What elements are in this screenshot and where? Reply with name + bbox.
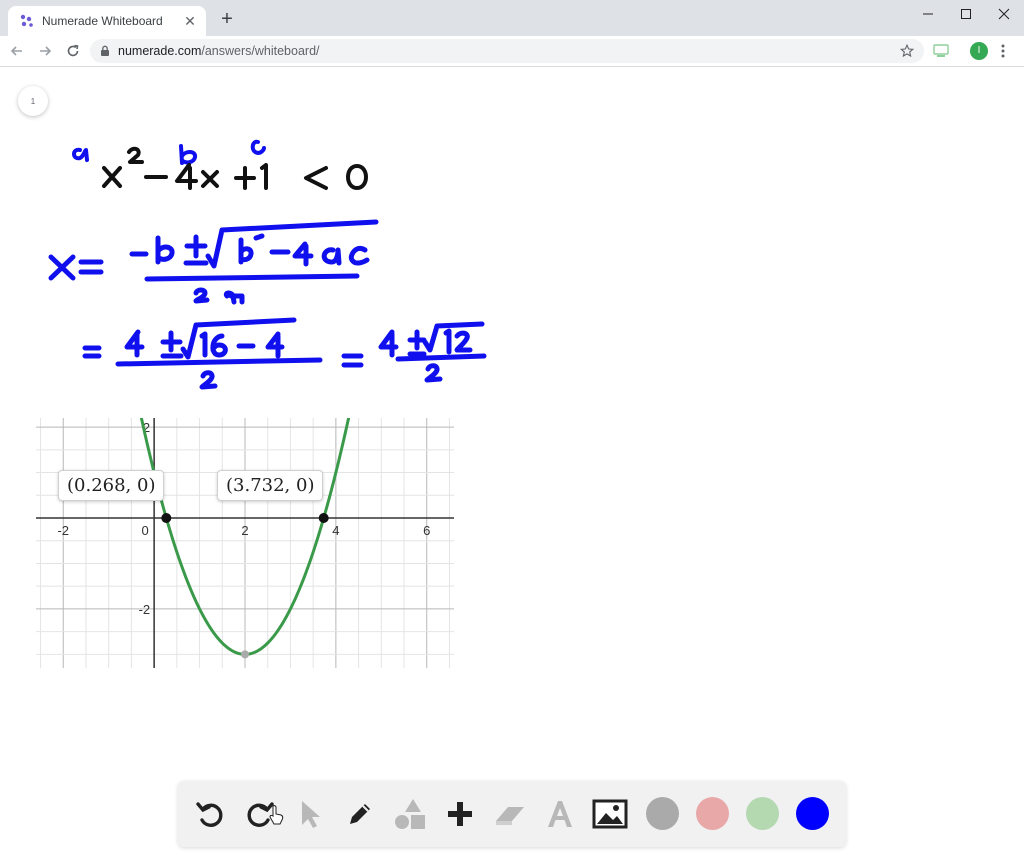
pen-icon [350,804,370,824]
ink-line-substitution [82,317,487,390]
graph-canvas: -2 0 2 4 62-2 [36,418,454,668]
color-swatch-gray[interactable] [646,797,679,830]
shapes-icon [395,799,425,829]
add-button[interactable] [440,794,480,834]
color-swatch-green[interactable] [746,797,779,830]
eraser-icon [496,807,524,825]
select-icon [302,801,320,828]
add-icon [448,802,472,826]
root-point [161,513,172,523]
handwriting-ink [48,139,487,390]
x-tick-label: -2 [57,523,69,538]
text-icon [548,801,572,827]
pen-tool[interactable] [340,794,380,834]
image-tool[interactable] [590,794,630,834]
select-tool[interactable] [290,794,330,834]
x-tick-label: 0 [142,523,149,538]
undo-button[interactable] [190,794,230,834]
ink-line-equation [72,139,368,190]
x-tick-label: 6 [423,523,430,538]
x-tick-label: 2 [241,523,248,538]
root-label-left: (0.268, 0) [58,470,165,501]
image-icon [592,799,628,829]
mouse-cursor-icon [269,805,284,825]
y-tick-label: -2 [139,602,151,617]
root-point [318,513,329,523]
text-tool[interactable] [540,794,580,834]
x-tick-label: 4 [332,523,339,538]
color-swatch-pink[interactable] [696,797,729,830]
eraser-tool[interactable] [490,794,530,834]
vertex-point [241,650,249,659]
parabola-graph: -2 0 2 4 6 2 -2 (0.268, 0) (3.732, 0) [36,418,454,668]
color-swatch-blue[interactable] [796,797,829,830]
ink-line-quadratic-formula [48,219,379,305]
undo-icon [196,802,223,827]
root-label-right: (3.732, 0) [217,470,324,501]
shapes-tool[interactable] [390,794,430,834]
